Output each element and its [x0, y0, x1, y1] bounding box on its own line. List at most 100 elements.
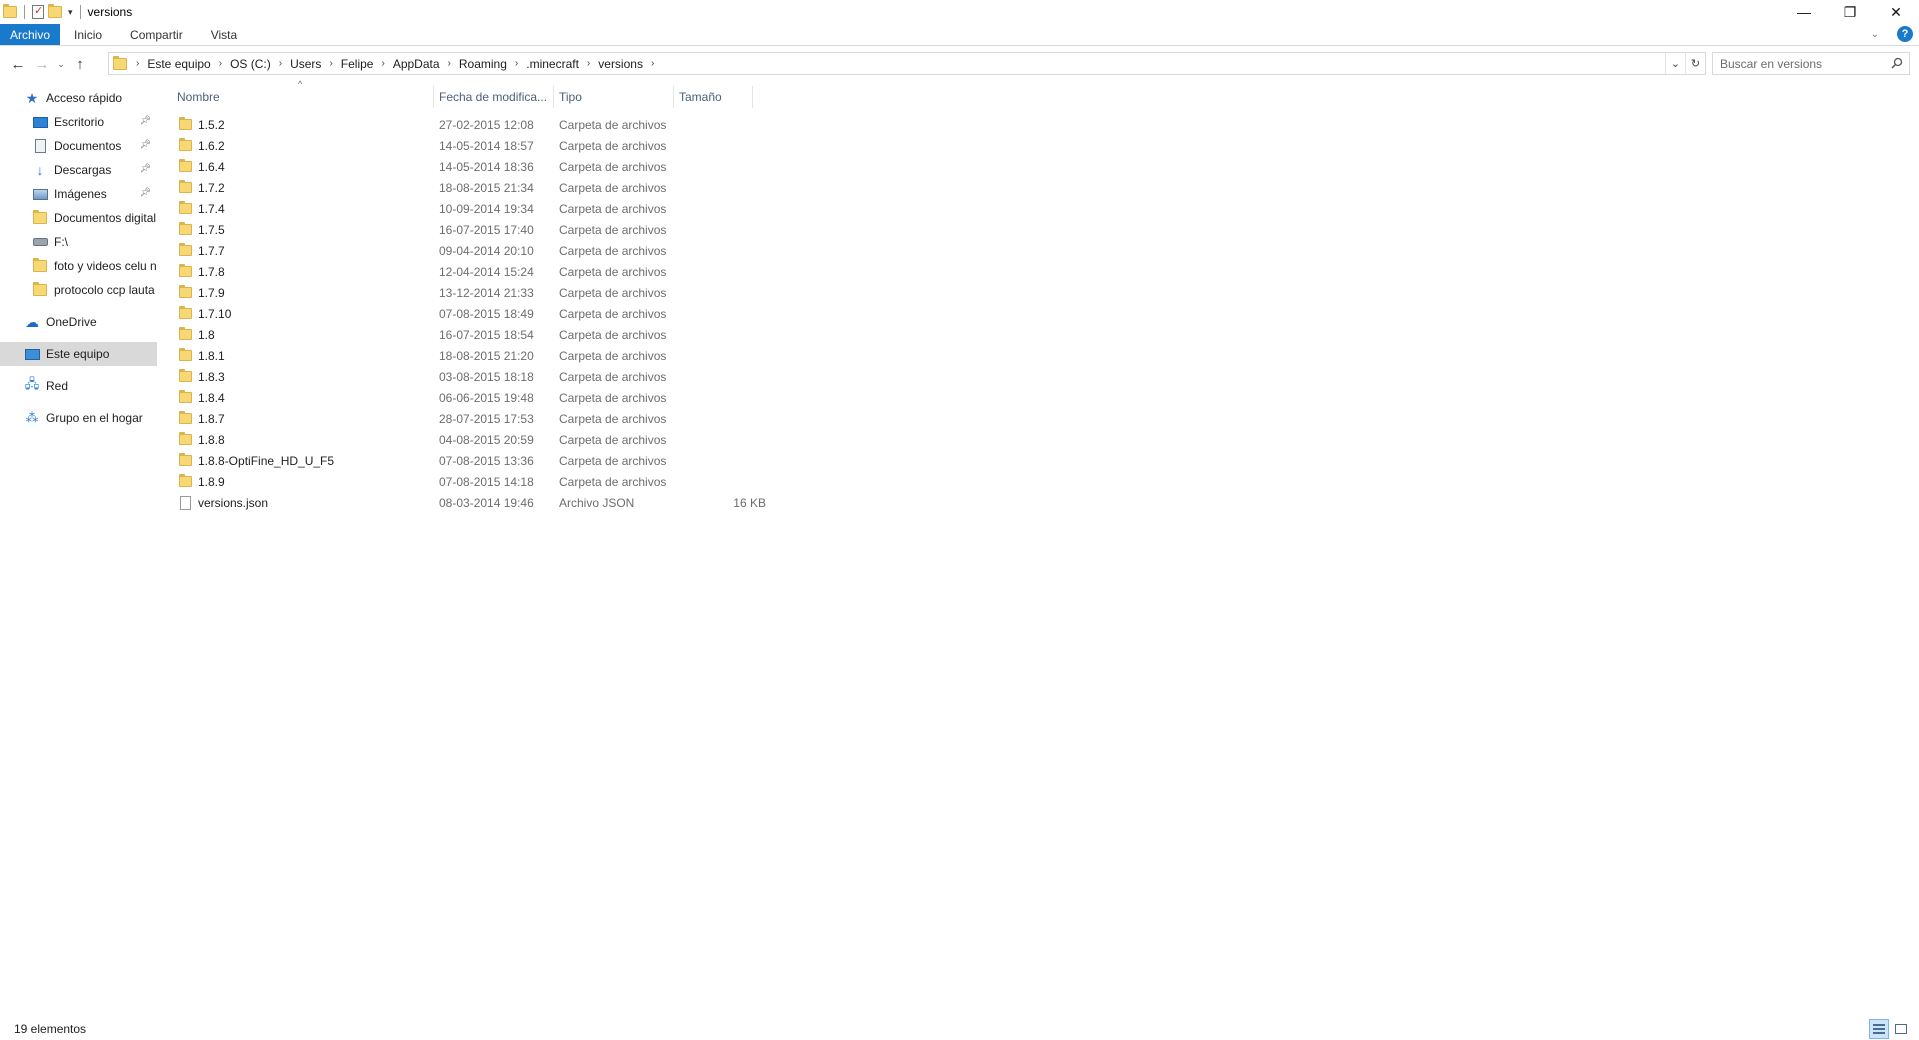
- column-header-size[interactable]: Tamaño: [674, 86, 764, 108]
- file-row[interactable]: 1.8 16-07-2015 18:54 Carpeta de archivos: [160, 324, 760, 345]
- tab-inicio[interactable]: Inicio: [60, 24, 116, 45]
- search-icon[interactable]: [1891, 57, 1903, 69]
- file-row[interactable]: 1.5.2 27-02-2015 12:08 Carpeta de archivos: [160, 114, 760, 135]
- file-name-cell[interactable]: 1.8.9: [179, 474, 225, 489]
- tab-vista[interactable]: Vista: [197, 24, 251, 45]
- chevron-right-icon[interactable]: ›: [276, 58, 285, 69]
- file-name-cell[interactable]: 1.7.4: [179, 201, 225, 216]
- breadcrumb-minecraft[interactable]: .minecraft: [521, 57, 584, 71]
- file-row[interactable]: 1.7.9 13-12-2014 21:33 Carpeta de archivos: [160, 282, 760, 303]
- file-row[interactable]: 1.6.2 14-05-2014 18:57 Carpeta de archivos: [160, 135, 760, 156]
- pin-icon[interactable]: 📌︎: [140, 163, 151, 174]
- file-name-cell[interactable]: 1.7.2: [179, 180, 225, 195]
- tab-archivo[interactable]: Archivo: [0, 24, 61, 45]
- help-icon[interactable]: ?: [1897, 26, 1913, 42]
- file-row[interactable]: versions.json 08-03-2014 19:46 Archivo JSO…: [160, 492, 766, 513]
- chevron-right-icon[interactable]: ›: [512, 58, 521, 69]
- chevron-right-icon[interactable]: ›: [378, 58, 387, 69]
- address-dropdown-icon[interactable]: ⌄: [1665, 53, 1685, 74]
- refresh-icon[interactable]: ↻: [1685, 53, 1705, 74]
- expand-ribbon-icon[interactable]: ⌄: [1871, 29, 1879, 40]
- restore-button[interactable]: ❐: [1827, 0, 1873, 24]
- large-icons-view-button[interactable]: [1891, 1019, 1911, 1039]
- file-row[interactable]: 1.7.8 12-04-2014 15:24 Carpeta de archivos: [160, 261, 760, 282]
- file-row[interactable]: 1.7.5 16-07-2015 17:40 Carpeta de archivos: [160, 219, 760, 240]
- file-name-cell[interactable]: versions.json: [179, 495, 268, 510]
- customize-toolbar-icon[interactable]: ▾: [68, 7, 73, 18]
- sidebar-item-onedrive[interactable]: ☁ OneDrive: [0, 310, 157, 334]
- file-name-cell[interactable]: 1.5.2: [179, 117, 225, 132]
- minimize-button[interactable]: —: [1781, 0, 1827, 24]
- search-input[interactable]: [1720, 56, 1890, 71]
- pin-icon[interactable]: 📌︎: [140, 139, 151, 150]
- pin-icon[interactable]: 📌︎: [140, 187, 151, 198]
- chevron-right-icon[interactable]: ›: [584, 58, 593, 69]
- breadcrumb-appdata[interactable]: AppData: [388, 57, 445, 71]
- chevron-right-icon[interactable]: ›: [648, 58, 657, 69]
- address-bar[interactable]: › Este equipo › OS (C:) › Users › Felipe…: [108, 52, 1706, 75]
- file-row[interactable]: 1.7.4 10-09-2014 19:34 Carpeta de archivos: [160, 198, 760, 219]
- details-view-button[interactable]: [1869, 1019, 1889, 1039]
- file-name-cell[interactable]: 1.7.7: [179, 243, 225, 258]
- sidebar-item-quick-access[interactable]: ★ Acceso rápido: [0, 86, 157, 110]
- column-header-name[interactable]: Nombre: [172, 86, 442, 108]
- close-button[interactable]: ✕: [1873, 0, 1919, 24]
- sidebar-item-red[interactable]: 🖧︎ Red: [0, 374, 157, 398]
- file-row[interactable]: 1.8.3 03-08-2015 18:18 Carpeta de archivos: [160, 366, 760, 387]
- recent-locations-icon[interactable]: ⌄: [54, 52, 68, 76]
- breadcrumb-felipe[interactable]: Felipe: [336, 57, 379, 71]
- file-name-cell[interactable]: 1.8.8-OptiFine_HD_U_F5: [179, 453, 334, 468]
- chevron-right-icon[interactable]: ›: [445, 58, 454, 69]
- file-name-cell[interactable]: 1.8.1: [179, 348, 225, 363]
- file-name-cell[interactable]: 1.7.10: [179, 306, 231, 321]
- chevron-right-icon[interactable]: ›: [216, 58, 225, 69]
- file-row[interactable]: 1.8.8 04-08-2015 20:59 Carpeta de archivos: [160, 429, 760, 450]
- breadcrumb-versions[interactable]: versions: [593, 57, 648, 71]
- file-name-cell[interactable]: 1.8.8: [179, 432, 225, 447]
- breadcrumb-os-c[interactable]: OS (C:): [225, 57, 276, 71]
- new-folder-icon[interactable]: [48, 4, 62, 18]
- sidebar-item-foto-videos[interactable]: foto y videos celu n: [0, 254, 157, 278]
- pin-icon[interactable]: 📌︎: [140, 115, 151, 126]
- chevron-right-icon[interactable]: ›: [326, 58, 335, 69]
- file-row[interactable]: 1.8.9 07-08-2015 14:18 Carpeta de archivos: [160, 471, 760, 492]
- sidebar-item-escritorio[interactable]: Escritorio 📌︎: [0, 110, 157, 134]
- properties-icon[interactable]: [32, 4, 44, 19]
- column-header-type[interactable]: Tipo: [554, 86, 674, 108]
- sidebar-item-documentos-digital[interactable]: Documentos digital: [0, 206, 157, 230]
- file-name-cell[interactable]: 1.6.4: [179, 159, 225, 174]
- file-row[interactable]: 1.8.7 28-07-2015 17:53 Carpeta de archivos: [160, 408, 760, 429]
- file-row[interactable]: 1.7.7 09-04-2014 20:10 Carpeta de archivos: [160, 240, 760, 261]
- file-row[interactable]: 1.8.1 18-08-2015 21:20 Carpeta de archivos: [160, 345, 760, 366]
- up-button[interactable]: ↑: [68, 52, 92, 76]
- column-header-date[interactable]: Fecha de modifica...: [434, 86, 554, 108]
- sidebar-item-descargas[interactable]: ↓ Descargas 📌︎: [0, 158, 157, 182]
- chevron-right-icon[interactable]: ›: [133, 58, 142, 69]
- search-box[interactable]: [1712, 52, 1910, 75]
- file-name-cell[interactable]: 1.8.3: [179, 369, 225, 384]
- file-name-cell[interactable]: 1.6.2: [179, 138, 225, 153]
- file-row[interactable]: 1.6.4 14-05-2014 18:36 Carpeta de archivos: [160, 156, 760, 177]
- file-name-cell[interactable]: 1.7.8: [179, 264, 225, 279]
- file-row[interactable]: 1.8.4 06-06-2015 19:48 Carpeta de archivos: [160, 387, 760, 408]
- sidebar-item-protocolo[interactable]: protocolo ccp lauta: [0, 278, 157, 302]
- sidebar-item-documentos[interactable]: Documentos 📌︎: [0, 134, 157, 158]
- breadcrumb-este-equipo[interactable]: Este equipo: [142, 57, 215, 71]
- back-button[interactable]: ←: [6, 52, 30, 76]
- file-row[interactable]: 1.7.2 18-08-2015 21:34 Carpeta de archivos: [160, 177, 760, 198]
- file-name-cell[interactable]: 1.8: [179, 327, 215, 342]
- tab-compartir[interactable]: Compartir: [116, 24, 197, 45]
- file-name-cell[interactable]: 1.7.5: [179, 222, 225, 237]
- sidebar-item-este-equipo[interactable]: Este equipo: [0, 342, 157, 366]
- file-name-cell[interactable]: 1.8.4: [179, 390, 225, 405]
- sidebar-item-imagenes[interactable]: Imágenes 📌︎: [0, 182, 157, 206]
- file-name-cell[interactable]: 1.7.9: [179, 285, 225, 300]
- forward-button[interactable]: →: [30, 52, 54, 76]
- breadcrumb-users[interactable]: Users: [285, 57, 326, 71]
- file-name-cell[interactable]: 1.8.7: [179, 411, 225, 426]
- file-row[interactable]: 1.7.10 07-08-2015 18:49 Carpeta de archivo…: [160, 303, 760, 324]
- sidebar-item-drive-f[interactable]: F:\: [0, 230, 157, 254]
- file-row[interactable]: 1.8.8-OptiFine_HD_U_F5 07-08-2015 13:36 Ca…: [160, 450, 760, 471]
- breadcrumb-roaming[interactable]: Roaming: [454, 57, 512, 71]
- sidebar-item-grupo-hogar[interactable]: ⁂ Grupo en el hogar: [0, 406, 157, 430]
